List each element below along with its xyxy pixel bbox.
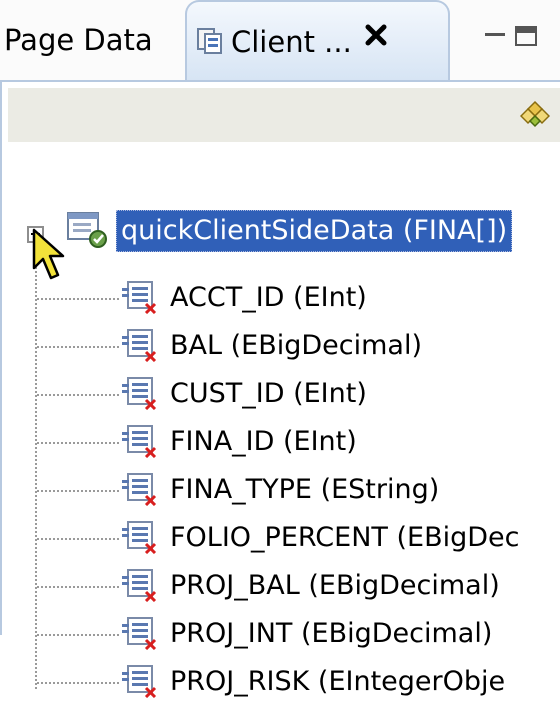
tree-root-node[interactable]: quickClientSideData (FINA[]) bbox=[2, 204, 560, 280]
tree-item-folio-percent[interactable]: FOLIO_PERCENT (EBigDec bbox=[2, 514, 560, 562]
field-icon bbox=[120, 520, 157, 554]
tree-connector bbox=[37, 490, 119, 492]
tree-connector bbox=[37, 682, 119, 684]
tree-item-bal[interactable]: BAL (EBigDecimal) bbox=[2, 322, 560, 370]
close-icon[interactable] bbox=[363, 22, 389, 48]
minimize-button[interactable] bbox=[485, 26, 507, 46]
tree-item-cust-id[interactable]: CUST_ID (EInt) bbox=[2, 370, 560, 418]
tree-item-label: FINA_TYPE (EString) bbox=[170, 474, 440, 505]
field-icon bbox=[120, 376, 157, 410]
tree-item-label: ACCT_ID (EInt) bbox=[170, 282, 367, 313]
tree-item-label: CUST_ID (EInt) bbox=[170, 378, 367, 409]
tree-root-label: quickClientSideData (FINA[]) bbox=[116, 210, 513, 252]
tree-item-label: PROJ_INT (EBigDecimal) bbox=[170, 618, 493, 649]
tab-page-data-label: Page Data bbox=[4, 23, 153, 57]
tree-item-fina-id[interactable]: FINA_ID (EInt) bbox=[2, 418, 560, 466]
field-icon bbox=[120, 472, 157, 506]
client-data-icon bbox=[197, 28, 222, 54]
field-icon bbox=[120, 280, 157, 314]
tree-connector bbox=[37, 442, 119, 444]
client-data-view: quickClientSideData (FINA[]) ACCT_ID (EI… bbox=[0, 80, 560, 698]
tree-connector bbox=[37, 346, 119, 348]
view-toolbar bbox=[8, 88, 560, 142]
tree-item-label: PROJ_RISK (EIntegerObje bbox=[170, 666, 506, 697]
tree-connector bbox=[37, 586, 119, 588]
tree-connector bbox=[37, 394, 119, 396]
data-tree: quickClientSideData (FINA[]) ACCT_ID (EI… bbox=[2, 142, 560, 698]
field-icon bbox=[120, 616, 157, 650]
maximize-button[interactable] bbox=[515, 26, 537, 46]
tree-item-label: BAL (EBigDecimal) bbox=[170, 330, 423, 361]
tree-connector bbox=[37, 634, 119, 636]
tree-item-label: PROJ_BAL (EBigDecimal) bbox=[170, 570, 500, 601]
tree-connector bbox=[37, 538, 119, 540]
tab-client-label: Client ... bbox=[231, 25, 352, 59]
field-icon bbox=[120, 568, 157, 602]
tree-item-proj-bal[interactable]: PROJ_BAL (EBigDecimal) bbox=[2, 562, 560, 610]
tree-item-fina-type[interactable]: FINA_TYPE (EString) bbox=[2, 466, 560, 514]
add-data-icon[interactable] bbox=[520, 100, 550, 130]
tree-item-proj-risk[interactable]: PROJ_RISK (EIntegerObje bbox=[2, 658, 560, 706]
field-icon bbox=[120, 664, 157, 698]
tab-client[interactable]: Client ... bbox=[185, 0, 450, 82]
tree-connector bbox=[37, 298, 119, 300]
tree-item-proj-int[interactable]: PROJ_INT (EBigDecimal) bbox=[2, 610, 560, 658]
view-tab-strip: Page Data Client ... bbox=[0, 0, 560, 82]
tab-page-data[interactable]: Page Data bbox=[0, 0, 185, 80]
tree-item-label: FOLIO_PERCENT (EBigDec bbox=[170, 522, 520, 553]
tree-item-acct-id[interactable]: ACCT_ID (EInt) bbox=[2, 274, 560, 322]
client-data-source-icon bbox=[67, 212, 107, 248]
field-icon bbox=[120, 328, 157, 362]
tree-item-label: FINA_ID (EInt) bbox=[170, 426, 357, 457]
field-icon bbox=[120, 424, 157, 458]
mouse-pointer-icon bbox=[32, 228, 65, 280]
